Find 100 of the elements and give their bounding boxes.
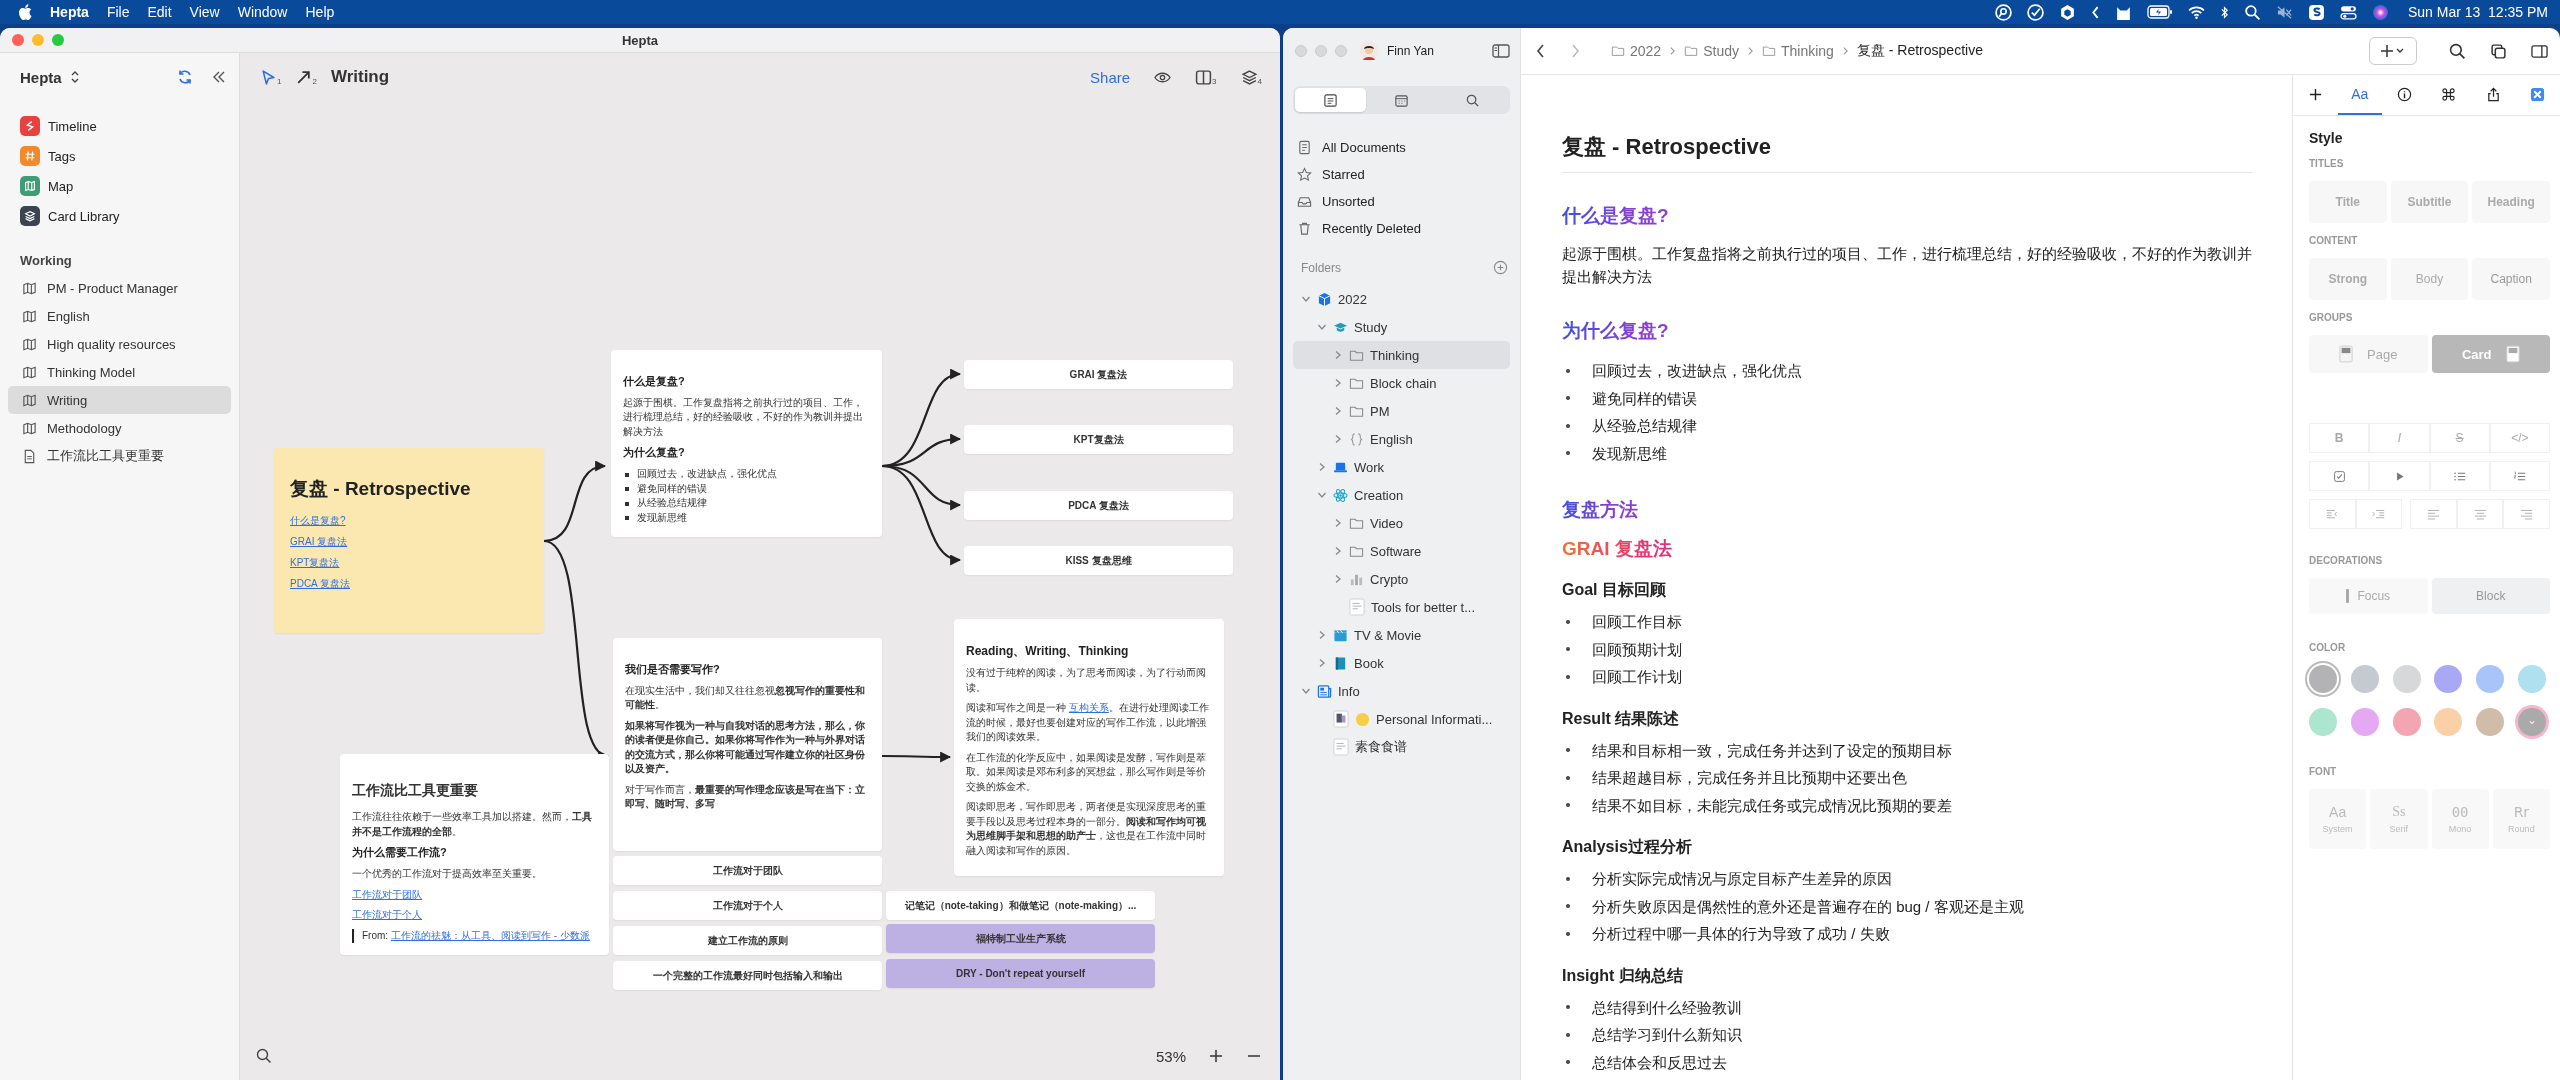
card-link[interactable]: PDCA 复盘法 [290,577,350,591]
add-folder-icon[interactable] [1493,260,1508,275]
sidebar-item[interactable]: Writing [8,386,231,414]
card-link[interactable]: KPT复盘法 [290,556,340,570]
chevron-icon[interactable] [1317,658,1327,668]
avatar-icon[interactable] [1359,41,1379,61]
folder-tree-item[interactable]: Personal Informati... [1293,705,1510,733]
check-circle-icon[interactable] [2026,3,2044,21]
chevron-icon[interactable] [1333,350,1343,360]
folder-tree-item[interactable]: Software [1293,537,1510,565]
card-link[interactable]: GRAI 复盘法 [290,535,348,549]
folder-tree-item[interactable]: Info [1293,677,1510,705]
note-card[interactable]: 复盘 - Retrospective 什么是复盘? GRAI 复盘法 KPT复盘法 PDCA 复盘法 [274,448,544,633]
sidebar-item[interactable]: Thinking Model [8,358,231,386]
workspace-switcher[interactable]: Hepta [20,68,62,86]
chevron-icon[interactable] [1317,462,1327,472]
library-item[interactable]: Starred [1283,161,1520,188]
wifi-icon[interactable] [2187,3,2205,21]
color-swatch[interactable] [2476,665,2505,693]
chevron-icon[interactable] [1333,574,1343,584]
menu-item[interactable]: File [106,4,130,20]
sidebar-toggle-icon[interactable] [1492,43,1510,59]
layers-button[interactable]: 4 [1240,68,1262,86]
copy-icon[interactable] [2490,42,2507,60]
sidebar-nav-item[interactable]: Tags [8,141,231,171]
topic-card[interactable]: 记笔记（note-taking）和做笔记（note-making）... [886,891,1155,920]
link[interactable]: 互构关系 [1068,702,1109,714]
folder-tree-item[interactable]: Thinking [1293,341,1510,369]
folder-tree-item[interactable]: Video [1293,509,1510,537]
chevron-icon[interactable] [1317,630,1327,640]
sidebar-item[interactable]: High quality resources [8,330,231,358]
folder-tree-item[interactable]: 素食食谱 [1293,733,1510,761]
sidebar-nav-item[interactable]: Card Library [8,201,231,231]
color-swatch[interactable] [2434,665,2463,693]
folder-tree-item[interactable]: 2022 [1293,285,1510,313]
color-swatch[interactable] [2518,665,2546,693]
topic-card[interactable]: 工作流对于个人 [613,891,882,920]
siri-orb-icon[interactable] [2371,3,2389,21]
library-item[interactable]: Unsorted [1283,188,1520,215]
topic-card[interactable]: 一个完整的工作流最好同时包括输入和输出 [613,961,882,990]
chevron-icon[interactable] [1317,322,1327,332]
search-icon[interactable] [2243,3,2261,21]
app-tile-icon[interactable] [2307,3,2325,21]
topic-card[interactable]: 福特制工业生产系统 [886,924,1155,953]
chevron-icon[interactable] [1301,294,1311,304]
menu-item[interactable]: View [189,4,220,20]
chevron-icon[interactable] [1317,490,1327,500]
topic-card[interactable]: 建立工作流的原则 [613,926,882,955]
close-button[interactable] [12,34,24,46]
folder-tree-item[interactable]: English [1293,425,1510,453]
sidebar-item[interactable]: English [8,302,231,330]
folder-tree-item[interactable]: Tools for better t... [1293,593,1510,621]
source-link[interactable]: 工作流的祛魅：从工具、阅读到写作 - 少数派 [390,929,590,941]
breadcrumb-item[interactable]: Thinking [1761,43,1834,59]
chevron-icon[interactable] [1333,546,1343,556]
chevron-icon[interactable] [1333,378,1343,388]
card-link[interactable]: 什么是复盘? [290,514,346,528]
note-card[interactable]: 什么是复盘? 起源于围棋。工作复盘指将之前执行过的项目、工作，进行梳理总结，好的经验吸收，不好的作为教训并提出解决方法 为什么复盘? 回顾过去，改进缺点，强化优点 避免同样的错误 从经验总结规律 发现新思维 [611,350,882,538]
share-button[interactable]: Share [1090,68,1131,86]
sidebar-item[interactable]: 工作流比工具更重要 [8,442,231,470]
menu-item[interactable]: Help [305,4,335,20]
breadcrumb-item[interactable]: 复盘 - Retrospective [1856,42,1983,60]
color-swatch[interactable] [2350,708,2379,736]
apple-logo-icon[interactable] [18,4,32,20]
folder-tree-item[interactable]: TV & Movie [1293,621,1510,649]
zoom-in-icon[interactable] [1208,1048,1224,1064]
chevron-icon[interactable] [1333,434,1343,444]
forward-icon[interactable] [1569,43,1581,59]
custom-color-button[interactable] [2518,708,2546,736]
folder-tree-item[interactable]: Block chain [1293,369,1510,397]
search-icon[interactable] [256,1048,272,1064]
folder-tree-item[interactable]: Book [1293,649,1510,677]
color-swatch[interactable] [2309,708,2337,736]
back-icon[interactable] [1535,43,1547,59]
folder-tree-item[interactable]: Study [1293,313,1510,341]
collapse-sidebar-icon[interactable] [211,69,227,85]
sidebar-item[interactable]: Methodology [8,414,231,442]
sidebar-item[interactable]: PM - Product Manager [8,274,231,302]
format-button[interactable] [2309,461,2370,491]
inspector-toggle-icon[interactable] [2531,42,2548,60]
zoom-button[interactable] [52,34,64,46]
chevron-icon[interactable] [1333,406,1343,416]
breadcrumb-item[interactable]: 2022 [1611,43,1662,59]
note-card[interactable]: 工作流比工具更重要 工作流往往依赖于一些效率工具加以搭建。然而，工具并不是工作流程的全部。 为什么需要工作流? 一个优秀的工作流对于提高效率至关重要。 工作流对于团队 工作流对于个人 From: 工作流的祛魅：从工具、阅读到写作 - 少数派 [340,754,609,956]
topic-card[interactable]: GRAI 复盘法 [964,360,1233,389]
menu-clock[interactable]: Sun Mar 13 12:35 PM [2407,4,2548,20]
arrow-tool[interactable]: 2 [295,68,317,86]
folder-tree-item[interactable]: PM [1293,397,1510,425]
documents-tab[interactable] [1295,88,1366,112]
hexagon-icon[interactable] [2058,3,2076,21]
color-swatch[interactable] [2434,708,2463,736]
color-swatch[interactable] [2392,708,2421,736]
card-link[interactable]: 工作流对于个人 [352,908,422,923]
topic-card[interactable]: PDCA 复盘法 [964,491,1233,520]
note-card[interactable]: 我们是否需要写作? 在现实生活中，我们却又往往忽视忽视写作的重要性和可能性。 如果将写作视为一种与自我对话的思考方法，那么，你的读者便是你自己。如果你将写作作为一种与外界对话的交流方式，那么你将可能通过写作建立你的社区身份以及资产。 对于写作而言，最重要的写作理念应该是写在当下：立即写、随时写、多写 [613,638,882,851]
topic-card[interactable]: KPT复盘法 [964,425,1233,454]
chevron-icon[interactable] [1301,686,1311,696]
folder-tree-item[interactable]: Creation [1293,481,1510,509]
topic-card[interactable]: 工作流对于团队 [613,856,882,885]
battery-icon[interactable] [2146,5,2173,19]
